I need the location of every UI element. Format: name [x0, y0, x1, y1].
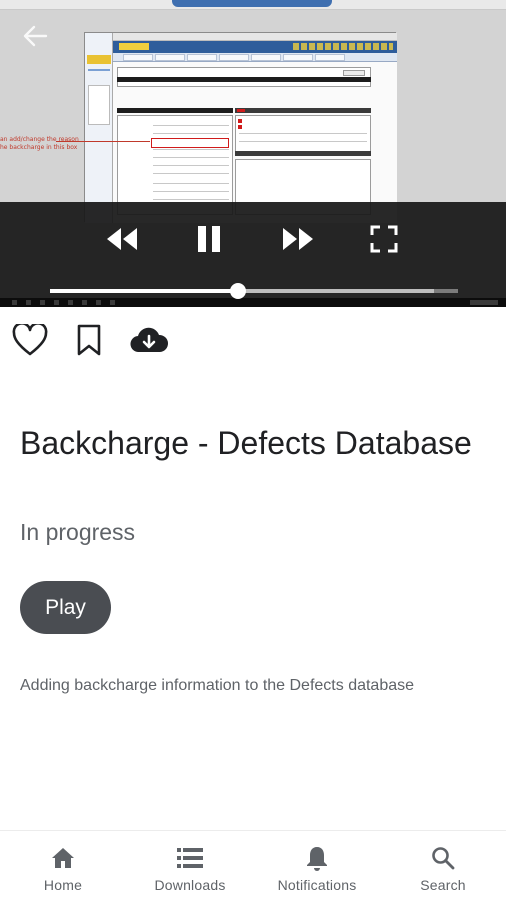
home-icon — [52, 848, 74, 868]
list-icon — [177, 848, 203, 868]
seek-bar-thumb[interactable] — [230, 283, 246, 299]
cloud-download-icon — [130, 327, 169, 353]
nav-item-home[interactable]: Home — [24, 831, 102, 900]
back-arrow-icon[interactable] — [22, 24, 48, 48]
video-taskbar-strip — [0, 298, 506, 307]
fullscreen-icon[interactable] — [370, 225, 398, 253]
video-player[interactable]: an add/change the reason he backcharge i… — [0, 0, 506, 307]
nav-item-search[interactable]: Search — [404, 831, 482, 900]
bell-icon — [307, 847, 327, 871]
heart-icon — [12, 324, 48, 356]
video-annotation-text: an add/change the reason he backcharge i… — [0, 136, 79, 151]
video-frame-app-screenshot — [84, 32, 397, 223]
annotation-pointer-line — [56, 141, 150, 142]
nav-label-search: Search — [420, 877, 466, 893]
nav-item-downloads[interactable]: Downloads — [146, 831, 234, 900]
video-top-strip — [0, 0, 506, 10]
download-button[interactable] — [127, 320, 171, 360]
favorite-button[interactable] — [10, 320, 50, 360]
nav-label-notifications: Notifications — [277, 877, 357, 893]
seek-bar-progress — [50, 289, 238, 293]
play-button[interactable]: Play — [20, 581, 111, 634]
nav-label-downloads: Downloads — [154, 877, 226, 893]
course-status: In progress — [20, 519, 136, 545]
bottom-navigation: Home Downloads Notifications Search — [0, 830, 506, 900]
nav-label-home: Home — [43, 877, 83, 893]
rewind-icon[interactable] — [106, 226, 138, 252]
bookmark-icon — [77, 324, 101, 356]
course-description: Adding backcharge information to the Def… — [20, 677, 415, 694]
bookmark-button[interactable] — [69, 320, 109, 360]
pause-icon[interactable] — [196, 224, 222, 254]
fast-forward-icon[interactable] — [282, 226, 314, 252]
course-title: Backcharge - Defects Database — [20, 425, 472, 461]
nav-item-notifications[interactable]: Notifications — [262, 831, 372, 900]
search-icon — [432, 847, 455, 870]
